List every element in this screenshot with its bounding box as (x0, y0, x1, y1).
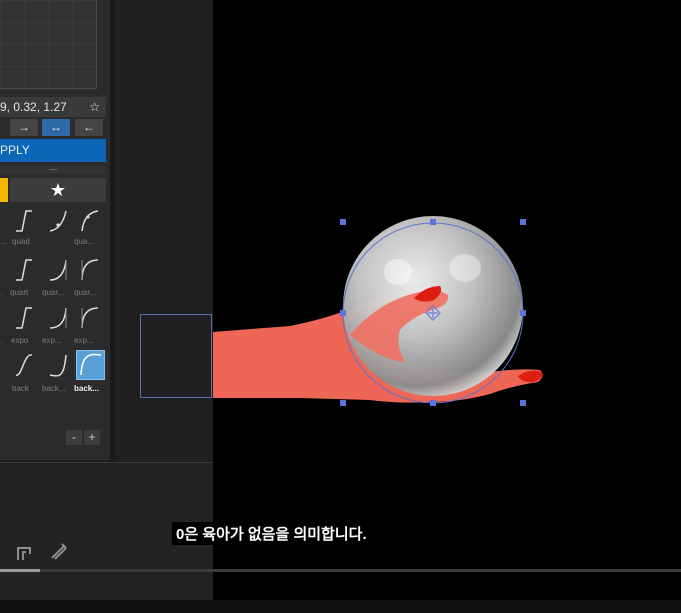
curve-icon (16, 210, 32, 232)
ease-in-out-button[interactable]: ↔ (42, 119, 70, 136)
curve-icon (49, 354, 67, 377)
stage-artwork (213, 216, 543, 406)
stage-viewport[interactable] (213, 0, 681, 600)
ease-preset[interactable] (76, 207, 104, 237)
ease-out-button[interactable]: ← (75, 119, 103, 136)
curve-icon (49, 210, 67, 232)
ease-preset[interactable] (10, 256, 38, 286)
tab-presets[interactable] (0, 178, 8, 202)
ease-label: exp... (42, 336, 62, 345)
ease-label: quar... (74, 288, 97, 297)
curve-icon (16, 307, 32, 329)
easing-values-row: 9, 0.32, 1.27 ☆ (0, 97, 106, 117)
collapse-handle[interactable]: — (0, 166, 106, 174)
curve-icon (80, 353, 102, 376)
ease-label: . (0, 336, 3, 345)
curve-icon (49, 307, 67, 329)
tab-favorites[interactable]: ★ (10, 178, 106, 202)
ease-label: qua... (74, 237, 95, 246)
ease-preset[interactable] (10, 207, 38, 237)
timeline-scrubber[interactable] (0, 569, 681, 572)
pen-tool-icon[interactable] (48, 540, 70, 562)
timeline-progress (0, 569, 40, 572)
curve-icon (16, 259, 32, 281)
ease-preset[interactable] (10, 351, 38, 381)
easing-values[interactable]: 9, 0.32, 1.27 (0, 97, 67, 117)
ease-label: back... (42, 384, 66, 393)
curve-icon (49, 259, 67, 281)
ease-label: back (12, 384, 29, 393)
add-button[interactable]: + (84, 430, 100, 445)
ease-preset[interactable] (76, 256, 104, 286)
ease-preset-selected[interactable] (76, 350, 105, 380)
ease-label: exp... (74, 336, 94, 345)
star-icon: ★ (49, 180, 67, 200)
ease-preset[interactable] (44, 304, 72, 334)
ease-label: quad (12, 237, 30, 246)
curve-graph[interactable] (0, 0, 97, 89)
bottom-toolbar (0, 600, 681, 613)
ease-label: quar... (42, 288, 65, 297)
ease-preset[interactable] (44, 207, 72, 237)
ease-label: . (0, 288, 3, 297)
ease-preset[interactable] (10, 304, 38, 334)
curve-icon (15, 354, 33, 376)
curve-icon (81, 259, 99, 281)
star-outline-icon[interactable]: ☆ (89, 97, 100, 117)
ease-label: ... (0, 237, 7, 246)
ease-label: back... (74, 384, 99, 393)
subtitle-caption: 0은 육아가 없음을 의미합니다. (172, 522, 371, 545)
preset-tabs: ★ (0, 178, 106, 202)
ease-preset[interactable] (44, 351, 72, 381)
apply-button[interactable]: PPLY (0, 139, 106, 162)
ease-label: quart (10, 288, 29, 297)
easing-panel: 9, 0.32, 1.27 ☆ → ↔ ← PPLY — ★ ... quad … (0, 0, 110, 460)
direction-buttons: → ↔ ← (0, 119, 106, 137)
offcanvas-frame[interactable] (140, 314, 212, 398)
ease-label: expo (11, 336, 29, 345)
path-tool-icon[interactable] (14, 540, 36, 562)
curve-icon (81, 307, 99, 329)
curve-icon (81, 210, 99, 232)
ease-preset[interactable] (44, 256, 72, 286)
remove-button[interactable]: - (66, 430, 82, 445)
ease-in-button[interactable]: → (10, 119, 38, 136)
ease-preset[interactable] (76, 304, 104, 334)
